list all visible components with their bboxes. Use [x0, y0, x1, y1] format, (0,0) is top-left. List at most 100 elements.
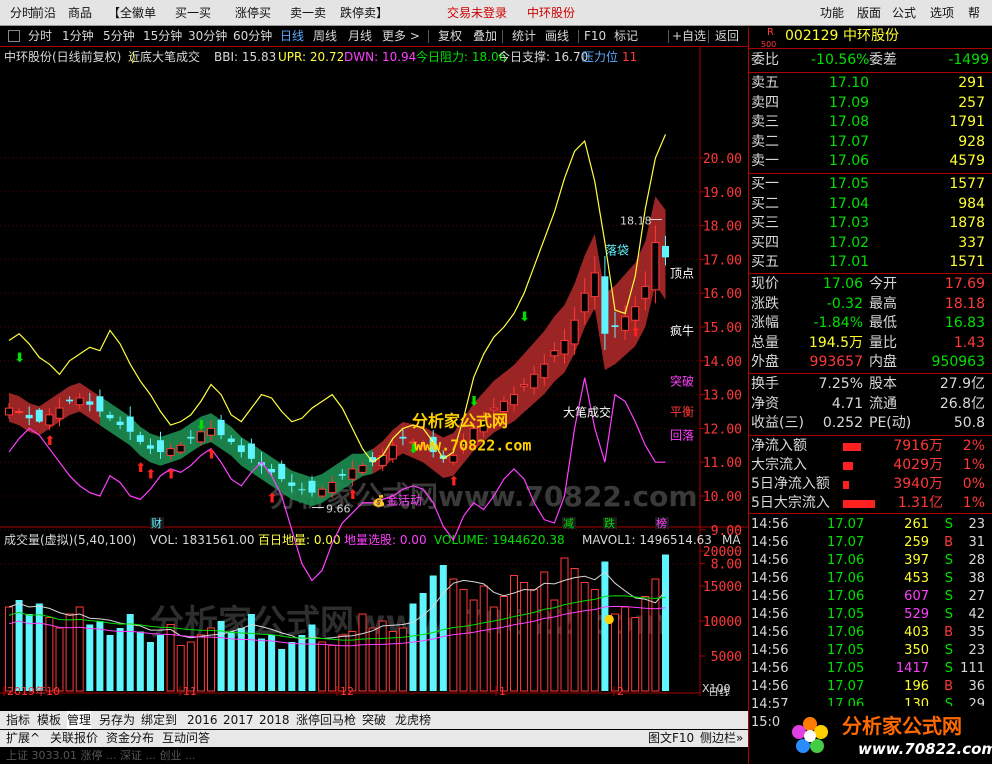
- flow-label: 大宗流入: [751, 457, 807, 473]
- bid-price[interactable]: 17.04: [829, 195, 869, 214]
- period-tab-2[interactable]: 5分钟: [103, 27, 135, 46]
- flow-row-2: 5日净流入额 3940万 0%: [749, 475, 992, 494]
- period-tab-0[interactable]: 分时: [28, 27, 52, 46]
- stock-name[interactable]: 中环股份: [843, 27, 899, 46]
- tick-count: 38: [968, 571, 985, 586]
- price-tick-label: 16.00: [703, 287, 742, 302]
- ext-tab-0[interactable]: 扩展^: [6, 730, 40, 747]
- event-tag-2[interactable]: 跌: [604, 516, 615, 530]
- period-tab-4[interactable]: 30分钟: [188, 27, 227, 46]
- period-tab-5[interactable]: 60分钟: [233, 27, 272, 46]
- menu-item-1[interactable]: 前沿: [32, 0, 56, 25]
- indicator-tab-6[interactable]: 2017: [223, 711, 254, 729]
- tick-count: 35: [968, 625, 985, 640]
- period-tab-13[interactable]: 画线: [545, 27, 569, 46]
- ask-volume: 928: [958, 133, 985, 150]
- event-tag-0[interactable]: 财: [151, 516, 162, 530]
- indicator-tab-5[interactable]: 2016: [187, 711, 218, 729]
- ask-price[interactable]: 17.07: [829, 133, 869, 152]
- candle-body: [25, 414, 33, 419]
- period-tab-17[interactable]: 返回: [715, 27, 739, 46]
- ext-tab-2[interactable]: 资金分布: [106, 730, 154, 747]
- volume-bar: [611, 613, 619, 692]
- collapse-icon[interactable]: ◊: [130, 51, 136, 64]
- bid-price[interactable]: 17.03: [829, 214, 869, 233]
- period-tab-7[interactable]: 周线: [313, 27, 337, 46]
- ask-price[interactable]: 17.10: [829, 74, 869, 93]
- period-tab-8[interactable]: 月线: [348, 27, 372, 46]
- tick-count: 42: [968, 607, 985, 622]
- signal-label-4: 回落: [670, 429, 694, 443]
- toolbar-divider: [578, 30, 579, 43]
- menu-item-10[interactable]: 功能: [820, 0, 844, 25]
- candle-body: [328, 481, 337, 494]
- indicator-tab-3[interactable]: 另存为: [99, 711, 135, 729]
- indicator-tab-0[interactable]: 指标: [6, 711, 30, 729]
- menu-item-2[interactable]: 商品: [68, 0, 92, 25]
- buy-signal-arrow-icon: ⬆: [145, 468, 156, 483]
- ext-tab-1[interactable]: 关联报价: [50, 730, 98, 747]
- menu-item-9[interactable]: 中环股份: [527, 0, 575, 25]
- indicator-tab-1[interactable]: 模板: [37, 711, 61, 729]
- quote-value-2: 950963: [931, 354, 985, 370]
- menu-item-13[interactable]: 选项: [930, 0, 954, 25]
- indicator-tab-10[interactable]: 龙虎榜: [395, 711, 431, 729]
- kline-chart[interactable]: 分析家公式网www.70822.com分析家公式网www.70822.com20…: [0, 46, 748, 696]
- title-field-1: 近底大笔成交: [128, 49, 200, 64]
- tick-volume: 529: [904, 607, 929, 622]
- period-tab-10[interactable]: 复权: [438, 27, 462, 46]
- tick-price: 17.07: [827, 535, 865, 550]
- candle-body: [540, 363, 549, 379]
- period-tab-12[interactable]: 统计: [512, 27, 536, 46]
- bid-price[interactable]: 17.02: [829, 234, 869, 253]
- title-field-0: 中环股份(日线前复权): [4, 49, 121, 64]
- volume-tick-label: 15000: [703, 580, 742, 595]
- menu-item-3[interactable]: 【全徽单: [108, 0, 156, 25]
- menu-item-12[interactable]: 公式: [892, 0, 916, 25]
- stock-code[interactable]: 002129: [785, 27, 838, 46]
- volume-bar: [126, 614, 134, 691]
- stat-value-2: 26.8亿: [939, 395, 985, 412]
- ext-tab-4[interactable]: 图文F10: [648, 730, 694, 747]
- period-tab-6[interactable]: 日线: [280, 27, 304, 46]
- ext-tab-5[interactable]: 侧边栏»: [700, 730, 743, 747]
- menu-item-5[interactable]: 涨停买: [235, 0, 271, 25]
- menu-item-14[interactable]: 帮: [968, 0, 980, 25]
- period-tab-9[interactable]: 更多 >: [382, 27, 420, 46]
- menu-item-4[interactable]: 买一买: [175, 0, 211, 25]
- event-tag-3[interactable]: 榜: [656, 516, 667, 530]
- bid-price[interactable]: 17.01: [829, 253, 869, 272]
- tick-volume: 196: [904, 679, 929, 694]
- ask-price[interactable]: 17.06: [829, 152, 869, 171]
- indicator-tab-7[interactable]: 2018: [259, 711, 290, 729]
- period-tab-14[interactable]: F10: [584, 27, 606, 46]
- ask-price[interactable]: 17.09: [829, 94, 869, 113]
- gold-coin-icon: ●: [604, 612, 614, 626]
- period-tab-11[interactable]: 叠加: [473, 27, 497, 46]
- quote-value-2: 16.83: [944, 315, 985, 331]
- ext-tab-3[interactable]: 互动问答: [162, 730, 210, 747]
- indicator-tab-9[interactable]: 突破: [362, 711, 386, 729]
- period-tab-1[interactable]: 1分钟: [62, 27, 94, 46]
- volume-tick-label: 20000: [703, 545, 742, 560]
- ask-price[interactable]: 17.08: [829, 113, 869, 132]
- ask-level-2: 卖三 17.08 1791: [749, 113, 992, 132]
- menu-item-0[interactable]: 分时: [10, 0, 34, 25]
- stat-value-2: 50.8: [953, 415, 985, 431]
- bid-price[interactable]: 17.05: [829, 175, 869, 194]
- period-tab-3[interactable]: 15分钟: [143, 27, 182, 46]
- menu-item-6[interactable]: 卖一卖: [290, 0, 326, 25]
- chart-toggle-checkbox[interactable]: [8, 30, 20, 42]
- period-tab-16[interactable]: +自选: [672, 27, 706, 46]
- indicator-tab-4[interactable]: 绑定到: [141, 711, 177, 729]
- indicator-tab-2[interactable]: 管理: [67, 711, 92, 729]
- menu-item-7[interactable]: 跌停卖】: [340, 0, 388, 25]
- indicator-tab-8[interactable]: 涨停回马枪: [296, 711, 356, 729]
- event-tag-1[interactable]: 减: [563, 517, 574, 530]
- tick-row-0: 14:56 17.07 261 S 23: [749, 515, 992, 534]
- menu-item-11[interactable]: 版面: [857, 0, 881, 25]
- menu-item-8[interactable]: 交易未登录: [447, 0, 507, 25]
- period-tab-15[interactable]: 标记: [614, 27, 638, 46]
- volume-tick-label: 5000: [711, 650, 742, 665]
- volume-bar: [338, 634, 347, 692]
